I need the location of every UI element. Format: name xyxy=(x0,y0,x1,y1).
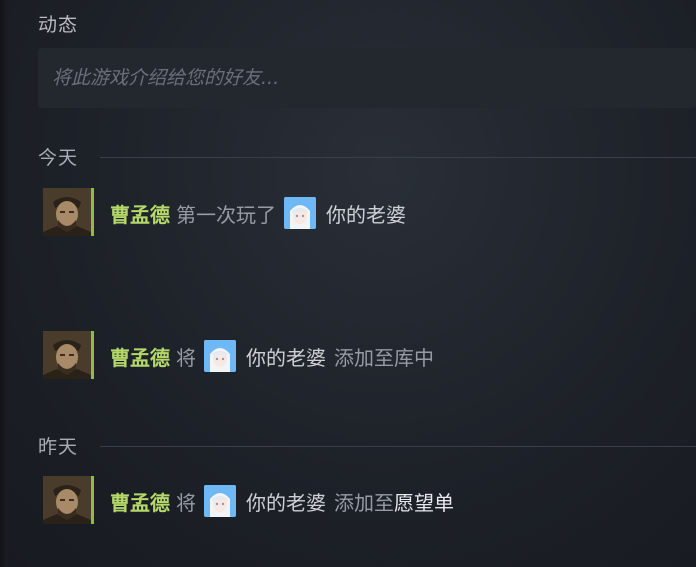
activity-item: 曹孟德 将 你的老婆 添加至库中 xyxy=(43,331,683,383)
activity-verb: 将 xyxy=(176,490,196,515)
online-status-bar xyxy=(91,476,94,524)
game-name-link[interactable]: 你的老婆 xyxy=(246,487,326,516)
user-name-link[interactable]: 曹孟德 xyxy=(110,199,170,228)
game-name-link[interactable]: 你的老婆 xyxy=(326,199,406,228)
wishlist-link[interactable]: 愿望单 xyxy=(394,487,454,516)
game-icon[interactable] xyxy=(284,197,316,229)
activity-item: 曹孟德 将 你的老婆 添加至 愿望单 xyxy=(43,476,683,528)
user-name-link[interactable]: 曹孟德 xyxy=(110,342,170,371)
activity-item: 曹孟德 第一次玩了 你的老婆 xyxy=(43,188,683,240)
day-label: 昨天 xyxy=(38,436,79,458)
divider-line xyxy=(100,446,696,447)
day-divider-today: 今天 xyxy=(38,143,696,169)
game-icon[interactable] xyxy=(204,340,236,372)
activity-text: 曹孟德 将 你的老婆 添加至库中 xyxy=(110,339,434,373)
online-status-bar xyxy=(91,331,94,379)
avatar-icon[interactable] xyxy=(43,476,91,524)
game-name-link[interactable]: 你的老婆 xyxy=(246,342,326,371)
left-edge-divider xyxy=(0,0,8,567)
online-status-bar xyxy=(91,188,94,236)
day-label: 今天 xyxy=(38,147,79,169)
avatar-icon[interactable] xyxy=(43,331,91,379)
day-divider-yesterday: 昨天 xyxy=(38,432,696,458)
avatar-icon[interactable] xyxy=(43,188,91,236)
comment-input[interactable] xyxy=(52,48,672,108)
activity-text: 曹孟德 将 你的老婆 添加至 愿望单 xyxy=(110,484,454,518)
divider-line xyxy=(100,157,696,158)
activity-text: 曹孟德 第一次玩了 你的老婆 xyxy=(110,196,414,230)
game-icon[interactable] xyxy=(204,485,236,517)
comment-box[interactable] xyxy=(38,48,696,108)
activity-verb: 将 xyxy=(176,345,196,370)
user-name-link[interactable]: 曹孟德 xyxy=(110,487,170,516)
activity-tail: 添加至 xyxy=(334,490,394,515)
activity-tail: 添加至库中 xyxy=(334,345,434,370)
activity-verb: 第一次玩了 xyxy=(176,202,276,227)
section-title: 动态 xyxy=(38,14,79,36)
